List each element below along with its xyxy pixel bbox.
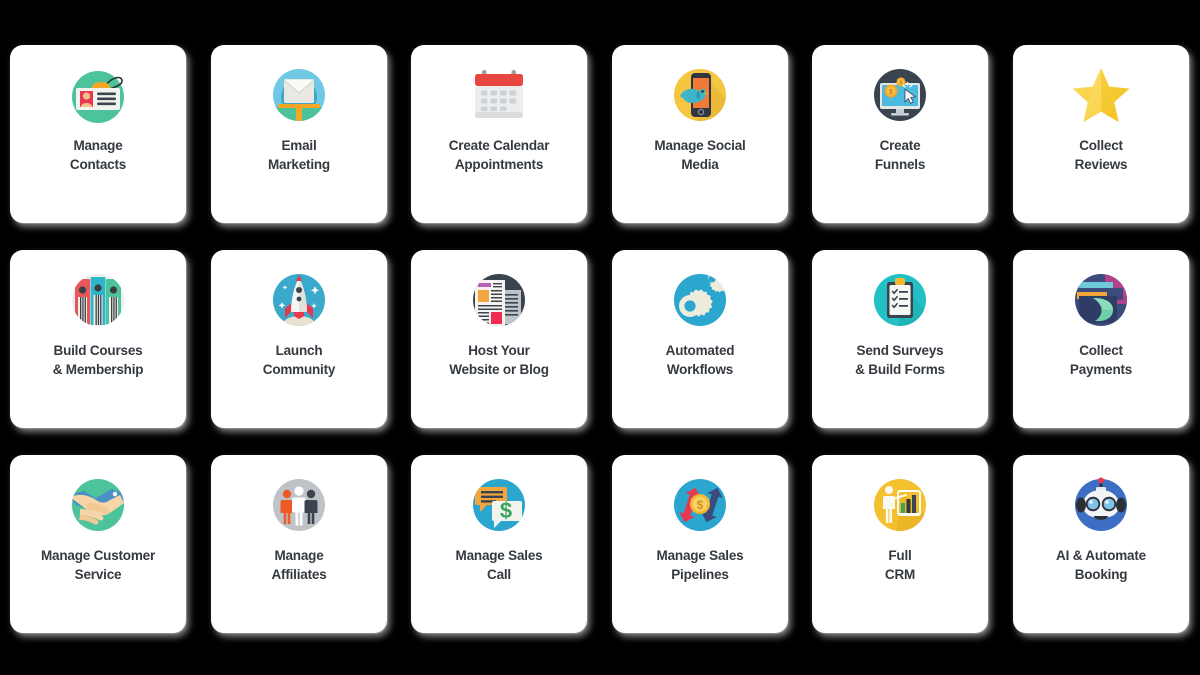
feature-card-label: Manage Sales Call [455,548,543,582]
presenter-chart-icon [868,473,932,537]
newspaper-blog-icon [467,268,531,332]
feature-card-grid: Manage Contacts Email Marketing Create C… [0,0,1200,675]
feature-card-label: Collect Payments [1069,343,1133,377]
feature-card-manage-sales-pipelines[interactable]: $ Manage Sales Pipelines [612,455,788,633]
id-badge-contact-card-icon [66,63,130,127]
feature-card-manage-affiliates[interactable]: Manage Affiliates [211,455,387,633]
rocket-icon [267,268,331,332]
feature-card-manage-social-media[interactable]: Manage Social Media [612,45,788,223]
envelope-mail-icon [267,63,331,127]
phone-bird-social-icon [668,63,732,127]
feature-card-ai-automate-booking[interactable]: AI & Automate Booking [1013,455,1189,633]
feature-card-send-surveys-build-forms[interactable]: Send Surveys & Build Forms [812,250,988,428]
feature-card-label: Manage Affiliates [271,548,327,582]
feature-card-label: Send Surveys & Build Forms [855,343,945,377]
feature-card-label: AI & Automate Booking [1056,548,1146,582]
globe-gears-icon [668,268,732,332]
feature-card-label: Launch Community [262,343,336,377]
clipboard-checklist-icon [868,268,932,332]
feature-card-manage-contacts[interactable]: Manage Contacts [10,45,186,223]
coin-arrows-exchange-icon: $ [668,473,732,537]
svg-text:$: $ [697,498,704,512]
people-group-icon [267,473,331,537]
feature-card-label: Full CRM [884,548,916,582]
wallet-money-icon [1069,268,1133,332]
svg-text:$: $ [500,498,512,523]
feature-card-manage-customer-service[interactable]: Manage Customer Service [10,455,186,633]
feature-card-email-marketing[interactable]: Email Marketing [211,45,387,223]
handshake-icon [66,473,130,537]
star-icon [1069,63,1133,127]
feature-card-label: Manage Sales Pipelines [656,548,744,582]
feature-card-label: Automated Workflows [665,343,735,377]
feature-card-host-website-blog[interactable]: Host Your Website or Blog [411,250,587,428]
feature-card-collect-payments[interactable]: Collect Payments [1013,250,1189,428]
feature-card-label: Create Calendar Appointments [448,138,550,172]
feature-card-label: Manage Customer Service [40,548,156,582]
feature-card-launch-community[interactable]: Launch Community [211,250,387,428]
feature-card-create-calendar-appointments[interactable]: Create Calendar Appointments [411,45,587,223]
feature-card-create-funnels[interactable]: $ $ Create Funnels [812,45,988,223]
feature-card-collect-reviews[interactable]: Collect Reviews [1013,45,1189,223]
calendar-icon [467,63,531,127]
feature-card-label: Manage Social Media [654,138,746,172]
svg-text:$: $ [889,89,893,96]
feature-card-manage-sales-call[interactable]: $ Manage Sales Call [411,455,587,633]
feature-card-label: Create Funnels [874,138,926,172]
feature-card-label: Build Courses & Membership [52,343,144,377]
svg-text:$: $ [900,80,903,86]
feature-card-full-crm[interactable]: Full CRM [812,455,988,633]
monitor-coins-click-icon: $ $ [868,63,932,127]
chat-bubbles-dollar-icon: $ [467,473,531,537]
feature-card-label: Manage Contacts [69,138,127,172]
robot-icon [1069,473,1133,537]
feature-card-label: Collect Reviews [1074,138,1128,172]
feature-card-automated-workflows[interactable]: Automated Workflows [612,250,788,428]
feature-card-build-courses-membership[interactable]: Build Courses & Membership [10,250,186,428]
feature-card-label: Host Your Website or Blog [449,343,549,377]
binders-books-icon [66,268,130,332]
feature-card-label: Email Marketing [268,138,330,172]
